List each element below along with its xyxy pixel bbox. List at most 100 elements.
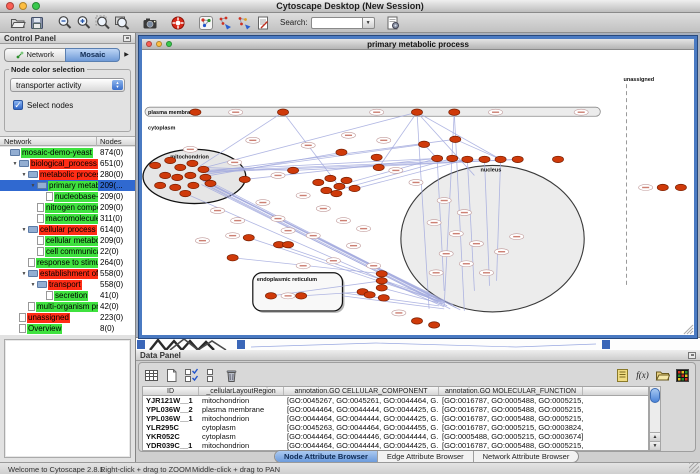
column-header[interactable]: _cellularLayoutRegion — [199, 387, 284, 395]
canvas-resize-grip[interactable] — [690, 331, 693, 334]
network-zoom-button[interactable] — [166, 41, 172, 47]
save-icon[interactable] — [27, 13, 46, 32]
tree-row[interactable]: response to stimulu264(0) — [0, 257, 135, 268]
table-cell[interactable]: [GO:0016787, GO:0005488, GO:0005215, G..… — [439, 441, 583, 450]
network-node[interactable] — [296, 293, 307, 299]
table-cell[interactable]: [GO:0044464, GO:0044444, GO:0044425, G..… — [284, 405, 439, 414]
network-node[interactable] — [325, 175, 336, 181]
open-folder-icon[interactable] — [8, 13, 27, 32]
network-node[interactable] — [180, 190, 191, 196]
table-row[interactable]: YJR121W__1mitochondrion[GO:0045267, GO:0… — [143, 396, 648, 405]
network-node[interactable] — [198, 166, 209, 172]
table-cell[interactable]: cytoplasm — [199, 423, 284, 432]
scroll-down-icon[interactable]: ▼ — [650, 441, 660, 450]
network-node[interactable] — [552, 156, 563, 162]
network-node[interactable] — [479, 156, 490, 162]
table-row[interactable]: YKR052Ccytoplasm[GO:0044464, GO:0044446,… — [143, 432, 648, 441]
network-node[interactable] — [419, 141, 430, 147]
table-cell[interactable]: plasma membrane — [199, 405, 284, 414]
table-cell[interactable]: YDR039C__1 — [143, 441, 199, 450]
network-node[interactable] — [411, 109, 422, 115]
tree-row[interactable]: nucleobase-209(0) — [0, 191, 135, 202]
network-canvas[interactable]: plasma membranecytoplasmmitochondrionnuc… — [142, 50, 694, 335]
column-network[interactable]: Network — [0, 137, 97, 146]
table-cell[interactable]: [GO:0044464, GO:0044444, GO:0044425, G..… — [284, 414, 439, 423]
network-manager-icon[interactable] — [196, 13, 215, 32]
delete-attribute-trash-icon[interactable] — [223, 367, 240, 384]
import-attributes-folder-icon[interactable] — [654, 367, 671, 384]
annotation-icon[interactable] — [253, 13, 272, 32]
network-node[interactable] — [373, 164, 384, 170]
table-cell[interactable]: [GO:0016787, GO:0005488, GO:0005215, G..… — [439, 414, 583, 423]
tree-row[interactable]: nitrogen compo209(0) — [0, 202, 135, 213]
network-node[interactable] — [239, 176, 250, 182]
table-row[interactable]: YPL036W__1mitochondrion[GO:0044464, GO:0… — [143, 414, 648, 423]
tab-edge-attribute-browser[interactable]: Edge Attribute Browser — [378, 451, 474, 462]
apply-vizmap-icon[interactable] — [234, 13, 253, 32]
column-header[interactable]: ID — [143, 387, 199, 395]
resize-grip-icon[interactable] — [689, 463, 699, 473]
table-scrollbar[interactable]: ▲ ▼ — [649, 386, 661, 451]
attribute-list-icon[interactable] — [614, 367, 631, 384]
network-node[interactable] — [188, 182, 199, 188]
color-attribute-dropdown[interactable]: transporter activity ▲▼ — [10, 78, 125, 92]
network-node[interactable] — [185, 172, 196, 178]
table-cell[interactable]: mitochondrion — [199, 396, 284, 405]
network-node[interactable] — [331, 190, 342, 196]
network-node[interactable] — [449, 109, 460, 115]
tree-row[interactable]: ▼establishment of lo558(0) — [0, 268, 135, 279]
table-cell[interactable]: [GO:0016787, GO:0005488, GO:0005215, G..… — [439, 396, 583, 405]
table-row[interactable]: YPL036W__2plasma membrane[GO:0044464, GO… — [143, 405, 648, 414]
network-node[interactable] — [277, 109, 288, 115]
network-node[interactable] — [429, 322, 440, 328]
tab-mosaic[interactable]: Mosaic — [65, 48, 120, 62]
network-node[interactable] — [364, 292, 375, 298]
network-node[interactable] — [313, 179, 324, 185]
network-node[interactable] — [495, 156, 506, 162]
tree-row[interactable]: multi-organism pro42(0) — [0, 301, 135, 312]
network-node[interactable] — [447, 155, 458, 161]
table-cell[interactable]: [GO:0044464, GO:0044444, GO:0044425, G..… — [284, 441, 439, 450]
canvas-resize-grip[interactable] — [687, 328, 693, 334]
network-node[interactable] — [462, 156, 473, 162]
apply-layout-icon[interactable] — [215, 13, 234, 32]
network-node[interactable] — [175, 164, 186, 170]
table-cell[interactable]: YPL036W__1 — [143, 414, 199, 423]
table-cell[interactable]: cytoplasm — [199, 432, 284, 441]
function-builder-icon[interactable]: f(x) — [634, 367, 651, 384]
network-node[interactable] — [675, 184, 686, 190]
table-cell[interactable]: [GO:0045263, GO:0044464, GO:0044455, G..… — [284, 423, 439, 432]
network-node[interactable] — [200, 174, 211, 180]
tree-row[interactable]: ▼primary metabo209(... — [0, 180, 135, 191]
zoom-fit-icon[interactable] — [112, 13, 131, 32]
tree-row[interactable]: Overview8(0) — [0, 323, 135, 334]
table-row[interactable]: YLR295Ccytoplasm[GO:0045263, GO:0044464,… — [143, 423, 648, 432]
column-nodes[interactable]: Nodes — [97, 137, 135, 146]
zoom-selected-icon[interactable] — [93, 13, 112, 32]
tree-row[interactable]: ▼transport558(0) — [0, 279, 135, 290]
network-edge[interactable] — [455, 139, 500, 159]
network-close-button[interactable] — [146, 41, 152, 47]
network-node[interactable] — [321, 187, 332, 193]
tab-network-attribute-browser[interactable]: Network Attribute Browser — [474, 451, 579, 462]
network-node[interactable] — [155, 182, 166, 188]
network-node[interactable] — [334, 183, 345, 189]
search-input[interactable] — [311, 17, 363, 29]
network-node[interactable] — [376, 285, 387, 291]
tree-row[interactable]: macromolecule311(0) — [0, 213, 135, 224]
table-cell[interactable]: [GO:0044464, GO:0044446, GO:0044444, G..… — [284, 432, 439, 441]
tree-row[interactable]: ▼cellular process614(0) — [0, 224, 135, 235]
network-node[interactable] — [165, 157, 176, 163]
network-node[interactable] — [411, 318, 422, 324]
column-header[interactable]: annotation.GO CELLULAR_COMPONENT — [284, 387, 439, 395]
network-node[interactable] — [450, 136, 461, 142]
float-panel-icon[interactable] — [123, 35, 131, 42]
network-node[interactable] — [265, 293, 276, 299]
unselect-attributes-icon[interactable] — [203, 367, 220, 384]
network-node[interactable] — [160, 172, 171, 178]
scrollbar-thumb[interactable] — [650, 388, 660, 403]
table-cell[interactable]: [GO:0016787, GO:0005215, GO:0003824, G..… — [439, 423, 583, 432]
nucleus-compartment[interactable] — [401, 165, 584, 312]
search-dropdown-arrow-icon[interactable]: ▼ — [363, 17, 375, 29]
table-cell[interactable]: YKR052C — [143, 432, 199, 441]
